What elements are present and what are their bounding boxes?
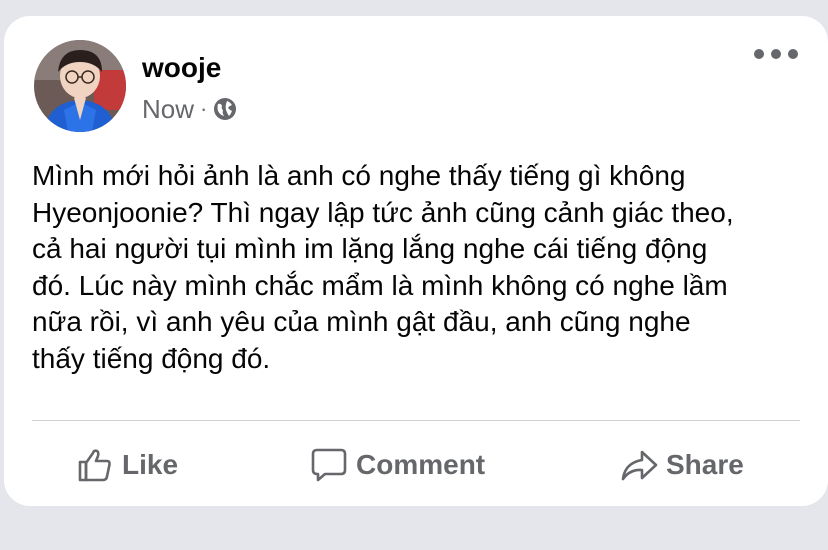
- share-label: Share: [666, 449, 744, 480]
- share-button[interactable]: Share: [620, 442, 744, 488]
- more-dot: [754, 49, 764, 59]
- like-label: Like: [122, 449, 179, 480]
- meta-separator: ·: [200, 96, 208, 121]
- share-arrow-icon: [621, 450, 658, 481]
- post-card: wooje Now · Mình mới hỏi ảnh là anh có n…: [4, 16, 828, 506]
- more-dot: [788, 49, 798, 59]
- speech-bubble-icon: [311, 448, 347, 482]
- globe-icon[interactable]: [213, 97, 237, 121]
- more-options-button[interactable]: [754, 46, 798, 62]
- thumbs-up-icon: [78, 449, 111, 482]
- author-name[interactable]: wooje: [142, 52, 221, 84]
- like-button[interactable]: Like: [76, 442, 178, 488]
- post-text: Mình mới hỏi ảnh là anh có nghe thấy tiế…: [32, 160, 734, 374]
- comment-label: Comment: [356, 449, 486, 480]
- divider: [32, 420, 800, 421]
- post-meta: Now ·: [142, 94, 237, 124]
- timestamp[interactable]: Now: [142, 94, 194, 125]
- comment-button[interactable]: Comment: [310, 442, 485, 488]
- avatar[interactable]: [34, 40, 126, 132]
- action-bar: Like Comment Share: [4, 442, 828, 488]
- avatar-image: [34, 40, 126, 132]
- more-dot: [771, 49, 781, 59]
